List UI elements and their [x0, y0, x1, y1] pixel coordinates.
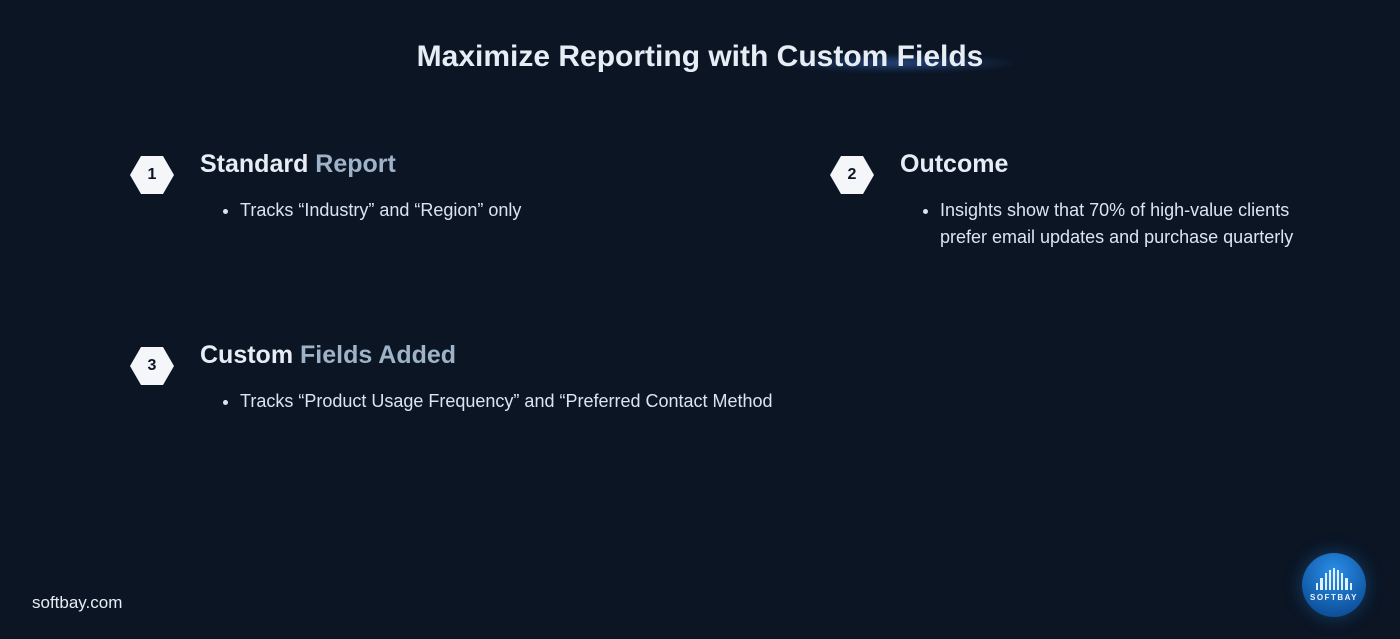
section-2-title: Outcome [900, 150, 1340, 179]
list-item: Insights show that 70% of high-value cli… [940, 197, 1340, 251]
section-2-list: Insights show that 70% of high-value cli… [900, 197, 1340, 251]
sections-container: 1 Standard Report Tracks “Industry” and … [0, 150, 1400, 505]
section-3-title-b: Fields Added [300, 341, 456, 369]
section-3-body: Custom Fields Added Tracks “Product Usag… [130, 341, 1340, 415]
section-1-title-a: Standard [200, 150, 315, 178]
section-3-title: Custom Fields Added [200, 341, 1340, 370]
section-1-body: Standard Report Tracks “Industry” and “R… [130, 150, 640, 224]
logo-bars-icon [1316, 568, 1352, 590]
section-2-title-a: Outcome [900, 150, 1008, 178]
section-1-list: Tracks “Industry” and “Region” only [200, 197, 640, 224]
slide-title: Maximize Reporting with Custom Fields [417, 40, 984, 74]
section-1-title: Standard Report [200, 150, 640, 179]
section-2: 2 Outcome Insights show that 70% of high… [700, 150, 1400, 251]
list-item: Tracks “Product Usage Frequency” and “Pr… [240, 388, 900, 415]
softbay-logo: SOFTBAY [1302, 553, 1366, 617]
section-3-list: Tracks “Product Usage Frequency” and “Pr… [200, 388, 900, 415]
list-item: Tracks “Industry” and “Region” only [240, 197, 640, 224]
slide-title-text: Maximize Reporting with Custom Fields [417, 40, 984, 73]
slide-title-wrap: Maximize Reporting with Custom Fields [0, 0, 1400, 74]
footer-url: softbay.com [32, 593, 122, 613]
section-3: 3 Custom Fields Added Tracks “Product Us… [0, 341, 1400, 415]
section-3-title-a: Custom [200, 341, 300, 369]
section-1-title-b: Report [315, 150, 396, 178]
section-2-body: Outcome Insights show that 70% of high-v… [830, 150, 1340, 251]
section-1: 1 Standard Report Tracks “Industry” and … [0, 150, 700, 251]
logo-text: SOFTBAY [1310, 593, 1358, 602]
